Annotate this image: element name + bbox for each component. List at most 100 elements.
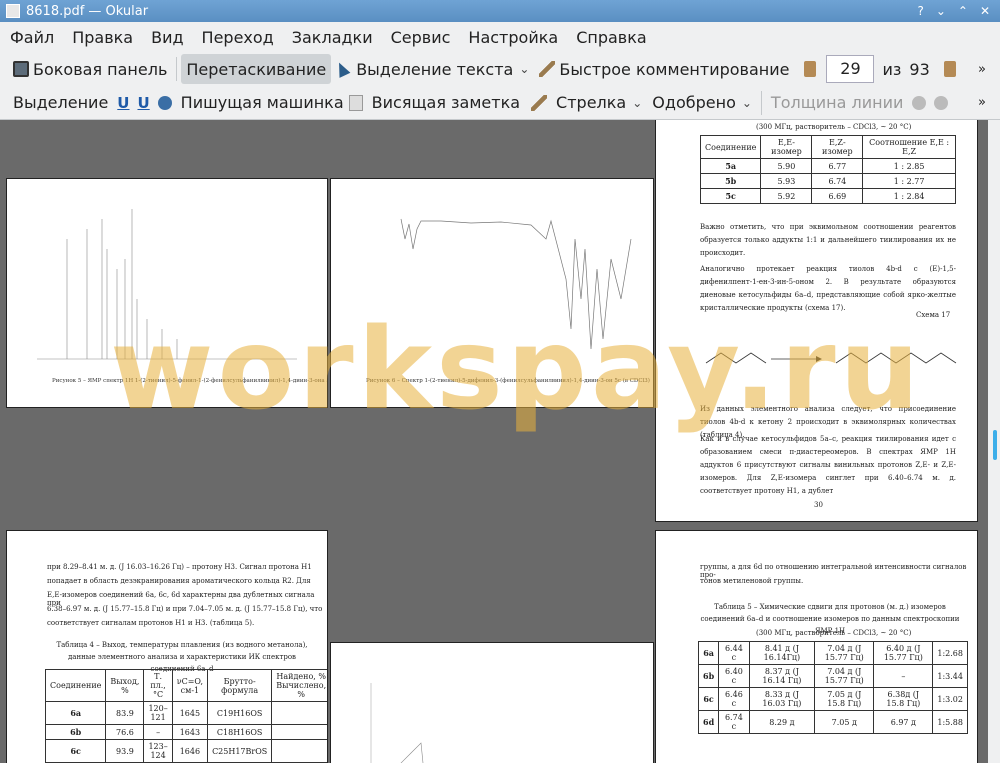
text-line: тонов метиленовой группы. — [700, 577, 804, 585]
arrow-label: Стрелка — [556, 93, 627, 112]
page-nmr-spectrum: Рисунок 5 – ЯМР спектр 1Н 1-(2-тиенил)-5… — [6, 178, 328, 408]
nmr-spectrum-plot: Рисунок 5 – ЯМР спектр 1Н 1-(2-тиенил)-5… — [37, 209, 328, 384]
menu-tools[interactable]: Сервис — [381, 28, 459, 47]
table-row: 6b 76.6 – 1643 C18H16OS — [44, 724, 327, 740]
main-toolbar: Боковая панель Перетаскивание Выделение … — [0, 52, 1000, 86]
drag-label: Перетаскивание — [186, 59, 327, 79]
paragraph: Аналогично протекает реакция тиолов 4b-d… — [700, 265, 956, 312]
stamp-icon[interactable] — [157, 95, 172, 110]
page-total: 93 — [909, 59, 930, 79]
page-30: (300 МГц, растворитель – CDCl3, ~ 20 °C)… — [655, 120, 978, 522]
line-width-button[interactable]: Толщина линии — [766, 88, 909, 118]
table-header: Соединение — [699, 135, 762, 159]
table-row: 6d 6.74 с 8.29 д 7.05 д 6.97 д 1:5.88 — [697, 710, 968, 734]
drag-mode-button[interactable]: Перетаскивание — [181, 54, 332, 84]
window-titlebar: 8618.pdf — Okular ? ⌄ ⌃ ✕ — [0, 0, 1000, 22]
toolbar-separator — [760, 90, 762, 115]
opacity-icon[interactable] — [934, 95, 949, 110]
paragraph: Как и в случае кетосульфидов 5a–c, реакц… — [700, 435, 956, 495]
sidebar-label: Боковая панель — [33, 59, 168, 79]
table-4: Соединение Выход, % Т. пл., °С νC=O, см-… — [44, 669, 327, 763]
color-icon[interactable] — [912, 95, 927, 110]
arrow-brush-icon — [531, 94, 548, 111]
page-number-input[interactable]: 29 — [826, 55, 875, 83]
table-subtitle: (300 МГц, растворитель – CDCl3, ~ 20 °C) — [756, 629, 912, 637]
close-icon[interactable]: ✕ — [980, 4, 990, 18]
sidebar-button[interactable]: Боковая панель — [8, 54, 172, 84]
previous-page-icon[interactable] — [804, 61, 817, 77]
quick-comment-label: Быстрое комментирование — [559, 59, 790, 79]
chevron-down-icon[interactable]: ⌄ — [632, 96, 642, 110]
selection-tool-button[interactable]: Выделение — [8, 88, 113, 118]
okular-app-icon — [6, 4, 20, 18]
typewriter-label: Пишущая машинка — [180, 93, 344, 112]
squiggly-underline-icon[interactable]: U — [137, 94, 149, 112]
help-icon[interactable]: ? — [917, 4, 923, 18]
approved-stamp-button[interactable]: Одобрено ⌄ — [647, 88, 757, 118]
table-row: 6c 93.9 123–124 1646 C25H17BrOS — [44, 739, 327, 763]
maximize-icon[interactable]: ⌃ — [958, 4, 968, 18]
page-of-label: из — [882, 59, 902, 79]
menu-help[interactable]: Справка — [566, 28, 655, 47]
document-view[interactable]: Рисунок 5 – ЯМР спектр 1Н 1-(2-тиенил)-5… — [0, 120, 1000, 763]
text-line: при 8.29–8.41 м. д. (J 16.03–16.26 Гц) –… — [47, 563, 312, 571]
underline-icon[interactable]: U — [117, 94, 129, 112]
menu-edit[interactable]: Правка — [62, 28, 141, 47]
scheme-17-structure — [705, 352, 957, 364]
cursor-icon — [333, 60, 351, 78]
chevron-down-icon[interactable]: ⌄ — [519, 62, 529, 76]
table-header: E,Z-изомер — [811, 135, 864, 159]
quick-comment-button[interactable]: Быстрое комментирование — [534, 54, 794, 84]
text-line: соответствует сигналам протонов H1 и H3.… — [47, 619, 255, 627]
sticky-note-icon — [348, 94, 363, 111]
sticky-note-label: Висящая заметка — [371, 93, 521, 112]
menu-file[interactable]: Файл — [0, 28, 62, 47]
typewriter-button[interactable]: Пишущая машинка — [176, 88, 349, 118]
text-select-button[interactable]: Выделение текста ⌄ — [331, 54, 534, 84]
page-number: 30 — [814, 501, 823, 509]
table-row: 5a 5.90 6.77 1 : 2.85 — [699, 158, 956, 174]
minimize-icon[interactable]: ⌄ — [936, 4, 946, 18]
brush-icon — [539, 61, 556, 77]
menu-go[interactable]: Переход — [192, 28, 282, 47]
paragraph: Важно отметить, что при эквимольном соот… — [700, 223, 956, 257]
table-5: 6a 6.44 с 8.41 д (J 16.14Гц) 7.04 д (J 1… — [697, 641, 968, 734]
toolbar-separator — [176, 57, 178, 81]
overflow-chevron-icon[interactable]: » — [978, 62, 986, 77]
table3-subtitle: (300 МГц, растворитель – CDCl3, ~ 20 °C) — [756, 123, 912, 131]
scheme-label: Схема 17 — [916, 311, 951, 319]
sidebar-icon — [13, 61, 29, 77]
page-spectrum-2 — [330, 642, 654, 763]
window-title: 8618.pdf — Okular — [26, 3, 149, 19]
table-row: 6b 6.40 с 8.37 д (J 16.14 Гц) 7.04 д (J … — [697, 664, 968, 688]
annotation-toolbar: Выделение U U Пишущая машинка Висящая за… — [0, 86, 1000, 120]
arrow-button[interactable]: Стрелка ⌄ — [551, 88, 647, 118]
ir-caption: Рисунок 6 – Спектр 1-(2-тиенил)-5-дифени… — [366, 377, 650, 384]
nmr-caption: Рисунок 5 – ЯМР спектр 1Н 1-(2-тиенил)-5… — [52, 377, 328, 384]
vertical-scrollbar[interactable] — [988, 120, 1000, 763]
menu-bookmarks[interactable]: Закладки — [282, 28, 381, 47]
menu-view[interactable]: Вид — [141, 28, 191, 47]
table-row: 5b 5.93 6.74 1 : 2.77 — [699, 173, 956, 189]
table-header: E,E-изомер — [760, 135, 813, 159]
chevron-down-icon[interactable]: ⌄ — [742, 96, 752, 110]
scrollbar-thumb[interactable] — [993, 430, 997, 460]
sticky-note-button[interactable]: Висящая заметка — [367, 88, 525, 118]
page-ir-spectrum: Рисунок 6 – Спектр 1-(2-тиенил)-5-дифени… — [330, 178, 654, 408]
page-31-left: при 8.29–8.41 м. д. (J 16.03–16.26 Гц) –… — [6, 530, 328, 763]
text-line: попадает в область дезэкранирования аром… — [47, 577, 311, 585]
table-row: 6a 83.9 120–121 1645 C19H16OS — [44, 701, 327, 725]
page-31-right: группы, а для 6d по отношению интегральн… — [655, 530, 978, 763]
ir-spectrum-plot: Рисунок 6 – Спектр 1-(2-тиенил)-5-дифени… — [366, 218, 650, 384]
spectrum-2-plot — [370, 683, 424, 763]
overflow-chevron-icon[interactable]: » — [978, 95, 986, 110]
table-header: Соотношение E,E : E,Z — [862, 135, 956, 159]
next-page-icon[interactable] — [943, 61, 956, 77]
selection-label: Выделение — [13, 93, 109, 112]
table-row: 5c 5.92 6.69 1 : 2.84 — [699, 188, 956, 204]
menu-settings[interactable]: Настройка — [458, 28, 566, 47]
text-select-label: Выделение текста — [356, 59, 514, 79]
table-3: Соединение E,E-изомер E,Z-изомер Соотнош… — [699, 135, 956, 204]
line-width-label: Толщина линии — [770, 93, 904, 112]
table-row: 6a 6.44 с 8.41 д (J 16.14Гц) 7.04 д (J 1… — [697, 641, 968, 665]
